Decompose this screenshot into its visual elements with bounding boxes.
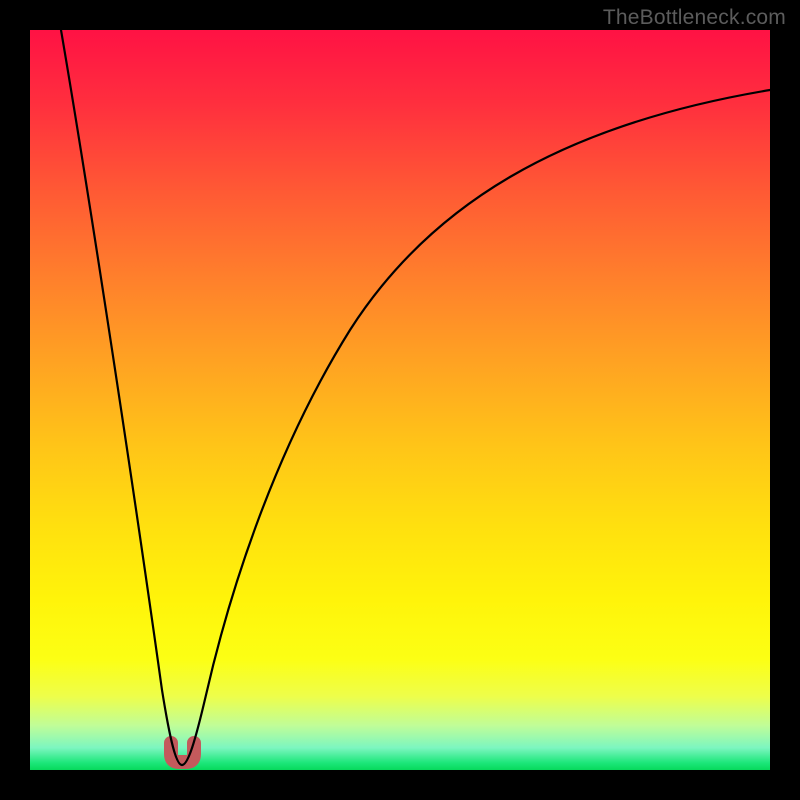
chart-frame: TheBottleneck.com: [0, 0, 800, 800]
curve-layer: [30, 30, 770, 770]
watermark-text: TheBottleneck.com: [603, 6, 786, 30]
bottleneck-curve-right: [182, 90, 770, 765]
plot-area: [30, 30, 770, 770]
bottleneck-curve-left: [61, 30, 182, 765]
